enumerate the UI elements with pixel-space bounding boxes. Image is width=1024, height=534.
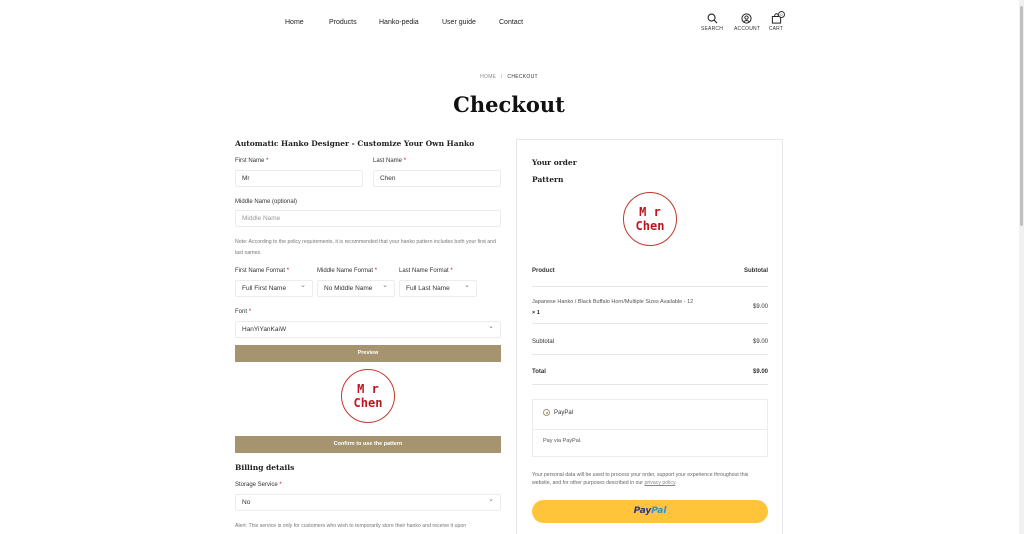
checkout-page: Home Products Hanko-pedia User guide Con… <box>0 0 1024 534</box>
subtotal-value: $9.00 <box>752 339 768 345</box>
payment-option-paypal[interactable]: PayPal <box>543 409 573 416</box>
item-qty: × 1 <box>532 310 540 316</box>
billing-title: Billing details <box>235 463 295 472</box>
divider <box>532 354 768 355</box>
pattern-label: Pattern <box>532 175 564 184</box>
nav-home[interactable]: Home <box>285 19 304 26</box>
storage-alert: Alert: This service is only for customer… <box>235 523 467 529</box>
page-title: Checkout <box>453 92 565 117</box>
order-title: Your order <box>532 158 577 167</box>
order-stamp-line-1: M r <box>639 205 661 219</box>
breadcrumb: HOME / CHECKOUT <box>0 74 1018 80</box>
subtotal-row: Subtotal $9.00 <box>532 339 768 345</box>
paypal-checkout-button[interactable]: PayPal <box>532 500 768 523</box>
search-label: SEARCH <box>700 26 724 32</box>
middle-format-select[interactable]: No Middle Name <box>317 278 395 297</box>
total-label: Total <box>532 369 546 375</box>
search-button[interactable]: SEARCH <box>700 13 724 32</box>
account-label: ACCOUNT <box>734 26 761 32</box>
breadcrumb-current: CHECKOUT <box>507 74 538 80</box>
last-name-label: Last Name * <box>373 158 407 164</box>
total-row: Total $9.00 <box>532 369 768 375</box>
order-item-row: Japanese Hanko / Black Buffalo Horn/Mult… <box>532 297 768 319</box>
breadcrumb-separator: / <box>501 74 503 80</box>
paypal-logo-pay: Pay <box>633 506 652 516</box>
first-name-input[interactable]: Mr <box>235 170 363 187</box>
col-subtotal: Subtotal <box>744 268 768 274</box>
first-format-label: First Name Format * <box>235 268 290 274</box>
nav-user-guide[interactable]: User guide <box>442 19 476 26</box>
scrollbar-thumb[interactable] <box>1020 6 1023 226</box>
subtotal-label: Subtotal <box>532 339 555 345</box>
policy-note: Note: According to the policy requiremen… <box>235 239 496 256</box>
stamp-line-2: Chen <box>353 396 383 410</box>
privacy-notice: Your personal data will be used to proce… <box>532 472 749 486</box>
storage-service-select[interactable]: No <box>235 492 501 511</box>
order-stamp-line-2: Chen <box>635 219 665 233</box>
cart-button[interactable]: 0 CART <box>764 11 788 32</box>
order-pattern-stamp: M r Chen <box>623 192 677 246</box>
divider <box>532 286 768 287</box>
last-name-input[interactable]: Chen <box>373 170 501 187</box>
font-select[interactable]: HanYiYanKaiW <box>235 319 501 338</box>
middle-name-input[interactable]: Middle Name <box>235 210 501 227</box>
designer-title: Automatic Hanko Designer - Customize You… <box>235 139 475 148</box>
first-name-label: First Name * <box>235 158 269 164</box>
paypal-logo-pal: Pal <box>651 506 667 516</box>
hanko-preview-stamp: M r Chen <box>341 369 395 423</box>
page-scrollbar[interactable] <box>1019 0 1024 534</box>
preview-button[interactable]: Preview <box>235 345 501 362</box>
total-value: $9.00 <box>752 369 768 375</box>
confirm-pattern-button[interactable]: Confirm to use the pattern <box>235 436 501 453</box>
cart-count-badge: 0 <box>778 11 785 18</box>
first-format-select[interactable]: Full First Name <box>235 278 313 297</box>
breadcrumb-home[interactable]: HOME <box>480 74 496 80</box>
divider <box>532 384 768 385</box>
nav-contact[interactable]: Contact <box>499 19 523 26</box>
storage-service-label: Storage Service * <box>235 482 282 488</box>
nav-hanko-pedia[interactable]: Hanko-pedia <box>379 19 419 26</box>
cart-label: CART <box>768 26 784 32</box>
paypal-label: PayPal <box>554 410 574 417</box>
stamp-line-1: M r <box>357 382 379 396</box>
nav-products[interactable]: Products <box>329 19 357 26</box>
search-icon <box>707 13 717 24</box>
payment-methods: PayPal Pay via PayPal. <box>532 399 768 457</box>
col-product: Product <box>532 268 555 274</box>
last-format-label: Last Name Format * <box>399 268 453 274</box>
divider <box>533 429 767 430</box>
item-name: Japanese Hanko / Black Buffalo Horn/Mult… <box>532 299 694 316</box>
divider <box>532 323 768 324</box>
middle-name-label: Middle Name (optional) <box>235 199 298 205</box>
font-label: Font * <box>235 309 252 315</box>
item-price: $9.00 <box>752 304 768 310</box>
order-summary: Your order Pattern M r Chen Product Subt… <box>516 139 783 534</box>
last-format-select[interactable]: Full Last Name <box>399 278 477 297</box>
order-table-header: Product Subtotal <box>532 268 768 274</box>
paypal-description: Pay via PayPal. <box>543 438 582 444</box>
privacy-policy-link[interactable]: privacy policy <box>644 480 675 486</box>
paypal-radio[interactable] <box>543 409 550 416</box>
account-button[interactable]: ACCOUNT <box>734 13 761 32</box>
account-icon <box>740 13 752 24</box>
middle-format-label: Middle Name Format * <box>317 268 378 274</box>
